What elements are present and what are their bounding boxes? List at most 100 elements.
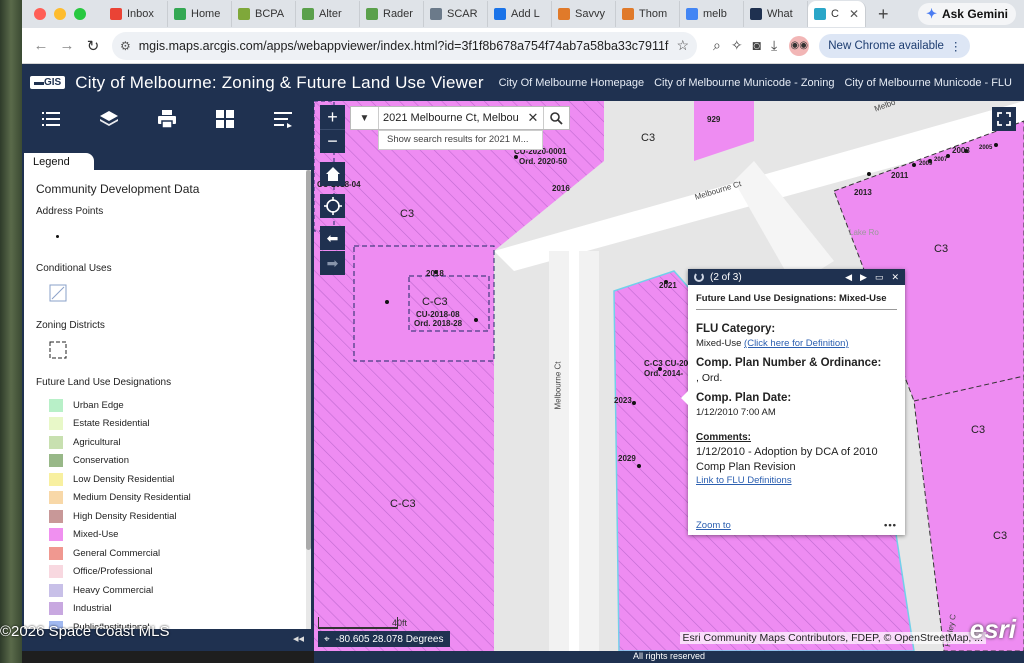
- browser-tab[interactable]: BCPA: [232, 1, 296, 27]
- url-field[interactable]: ⚙ mgis.maps.arcgis.com/apps/webappviewer…: [112, 31, 697, 60]
- browser-tab[interactable]: Home: [168, 1, 232, 27]
- home-button[interactable]: [320, 162, 345, 186]
- next-feature-icon[interactable]: ▶: [860, 272, 867, 283]
- legend-item: High Density Residential: [36, 507, 299, 526]
- tab-favicon-icon: [110, 8, 122, 20]
- tab-label: C: [831, 8, 839, 20]
- extension-icons: ⌕ ✧ ◙ ⤓: [713, 37, 777, 54]
- legend-group-address-points: Address Points: [36, 206, 104, 217]
- browser-tab[interactable]: Thom: [616, 1, 680, 27]
- info-popup: (2 of 3) ◀ ▶ ▭ ✕ Future Land Use Designa…: [681, 269, 905, 535]
- screenshot-icon[interactable]: ◙: [753, 37, 761, 54]
- back-icon[interactable]: ←: [28, 37, 54, 54]
- link-municode-flu[interactable]: City of Melbourne Municode - FLU: [844, 77, 1012, 89]
- search-button[interactable]: [543, 107, 569, 129]
- popup-footer: Zoom to •••: [696, 520, 897, 531]
- new-chrome-available-button[interactable]: New Chrome available ⋮: [819, 33, 971, 58]
- browser-tab[interactable]: Alter: [296, 1, 360, 27]
- legend-panel: Community Development Data Address Point…: [24, 170, 311, 629]
- comp-date-heading: Comp. Plan Date:: [696, 392, 792, 404]
- browser-tab[interactable]: Rader: [360, 1, 424, 27]
- legend-item-label: Agricultural: [73, 436, 121, 448]
- list-icon[interactable]: [22, 101, 80, 137]
- scale-label: 40ft: [392, 618, 408, 628]
- legend-swatch: [49, 602, 63, 616]
- close-popup-icon[interactable]: ✕: [891, 272, 899, 283]
- coordinate-readout[interactable]: ⌖ -80.605 28.078 Degrees: [318, 631, 450, 647]
- browser-tab[interactable]: SCAR: [424, 1, 488, 27]
- print-icon[interactable]: [138, 101, 196, 137]
- close-tab-icon[interactable]: ✕: [849, 7, 859, 21]
- legend-item: Agricultural: [36, 433, 299, 452]
- my-location-button[interactable]: [320, 194, 345, 218]
- app-header: ▬GIS City of Melbourne: Zoning & Future …: [22, 64, 1024, 101]
- previous-extent-button[interactable]: ⬅: [320, 226, 345, 250]
- search-bar: ▼ ✕: [350, 106, 570, 130]
- collapse-panel-icon[interactable]: ◂◂: [293, 632, 304, 645]
- close-window-button[interactable]: [34, 8, 46, 20]
- bookmark-star-icon[interactable]: ☆: [676, 37, 689, 54]
- clear-search-icon[interactable]: ✕: [523, 110, 543, 126]
- tab-label: Alter: [319, 8, 342, 20]
- search-suggestion[interactable]: Show search results for 2021 M...: [378, 130, 543, 150]
- tab-label: melb: [703, 8, 727, 20]
- legend-title: Community Development Data: [36, 182, 200, 196]
- about-icon[interactable]: [254, 101, 312, 137]
- zoning-label: C3: [934, 243, 949, 255]
- layers-icon[interactable]: [80, 101, 138, 137]
- forward-icon[interactable]: →: [54, 37, 80, 54]
- legend-scrollbar[interactable]: [306, 170, 311, 629]
- browser-tab[interactable]: melb: [680, 1, 744, 27]
- extensions-icon[interactable]: ✧: [731, 37, 743, 54]
- flu-definition-link[interactable]: (Click here for Definition): [744, 338, 849, 349]
- fullscreen-button[interactable]: [992, 107, 1016, 131]
- browser-tab[interactable]: Inbox: [104, 1, 168, 27]
- search-input[interactable]: [379, 112, 523, 124]
- scrollbar-thumb[interactable]: [306, 170, 311, 550]
- gis-logo: ▬GIS: [30, 76, 66, 89]
- browser-tab[interactable]: Savvy: [552, 1, 616, 27]
- ask-gemini-button[interactable]: ✦ Ask Gemini: [918, 3, 1016, 25]
- zoom-out-button[interactable]: −: [320, 129, 345, 153]
- reload-icon[interactable]: ↻: [80, 37, 106, 55]
- maximize-window-button[interactable]: [74, 8, 86, 20]
- search-source-dropdown[interactable]: ▼: [351, 107, 379, 129]
- more-menu-icon: ⋮: [949, 40, 962, 53]
- previous-feature-icon[interactable]: ◀: [845, 272, 852, 283]
- site-settings-icon[interactable]: ⚙: [120, 39, 131, 53]
- profile-avatar[interactable]: ◉◉: [789, 35, 810, 56]
- loading-spinner-icon: [694, 272, 704, 282]
- legend-swatch: [49, 546, 63, 560]
- address-label: 929: [707, 115, 721, 124]
- legend-group-conditional-uses: Conditional Uses: [36, 263, 112, 274]
- maximize-popup-icon[interactable]: ▭: [875, 272, 884, 283]
- map-attribution[interactable]: Esri Community Maps Contributors, FDEP, …: [679, 632, 986, 644]
- legend-item: Estate Residential: [36, 415, 299, 434]
- link-municode-zoning[interactable]: City of Melbourne Municode - Zoning: [654, 77, 834, 89]
- browser-tab[interactable]: C ✕: [808, 1, 866, 27]
- map-view[interactable]: C3 C3 C3 C3 C3 C-C3 C-C3 CU-2018-08 Ord.…: [314, 101, 1024, 651]
- link-homepage[interactable]: City Of Melbourne Homepage: [499, 77, 645, 89]
- legend-swatch: [49, 454, 63, 468]
- next-extent-button[interactable]: ➡: [320, 251, 345, 275]
- flu-definitions-link[interactable]: Link to FLU Definitions: [696, 475, 897, 486]
- browser-tab[interactable]: What: [744, 1, 808, 27]
- lens-icon[interactable]: ⌕: [713, 37, 721, 54]
- new-tab-button[interactable]: +: [878, 4, 889, 25]
- copyright-watermark: ©2026 Space Coast MLS: [0, 623, 170, 640]
- download-icon[interactable]: ⤓: [771, 37, 777, 54]
- crosshair-icon: ⌖: [324, 633, 330, 645]
- legend-item: Medium Density Residential: [36, 489, 299, 508]
- more-actions-icon[interactable]: •••: [884, 520, 897, 531]
- tab-favicon-icon: [494, 8, 506, 20]
- basemap-gallery-icon[interactable]: [196, 101, 254, 137]
- zoom-in-button[interactable]: +: [320, 105, 345, 129]
- legend-tab[interactable]: Legend: [24, 153, 94, 171]
- zoom-to-link[interactable]: Zoom to: [696, 520, 731, 531]
- new-chrome-label: New Chrome available: [828, 39, 944, 52]
- legend-item-label: Mixed-Use: [73, 529, 119, 541]
- minimize-window-button[interactable]: [54, 8, 66, 20]
- legend-swatch: [49, 491, 63, 505]
- desktop-wallpaper: [0, 0, 22, 663]
- browser-tab[interactable]: Add L: [488, 1, 552, 27]
